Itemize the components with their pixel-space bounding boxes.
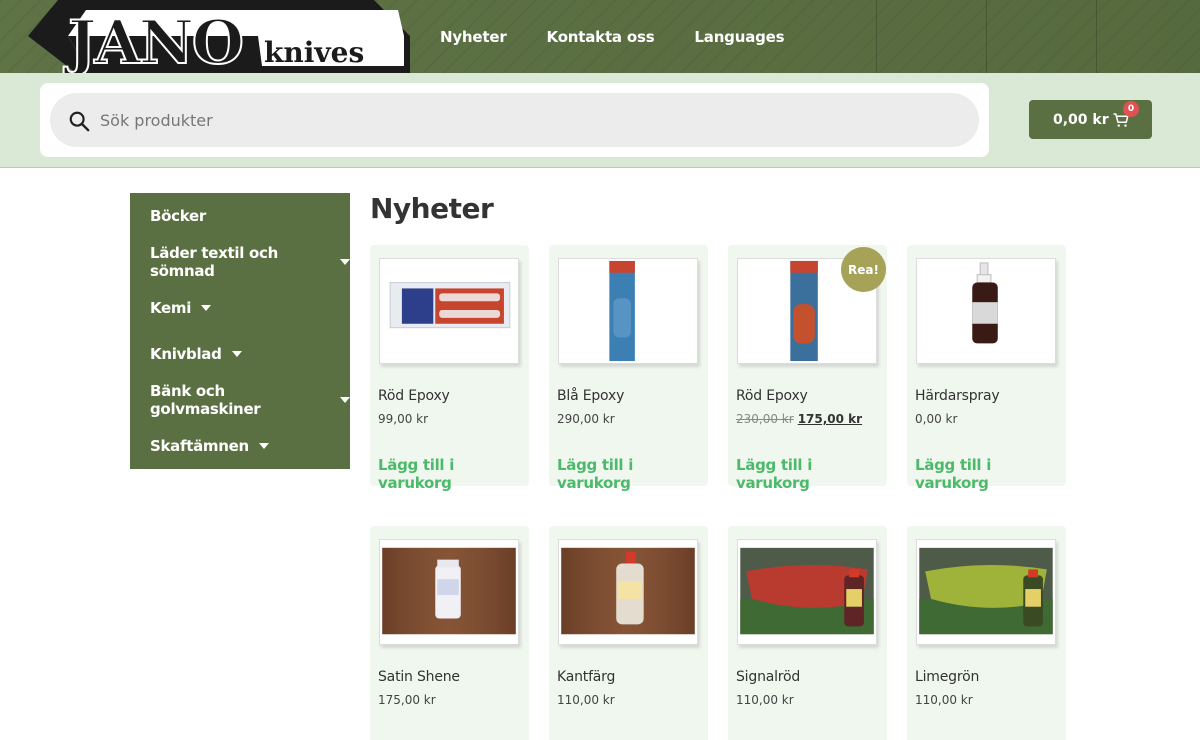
product-card[interactable]: Blå Epoxy 290,00 kr Lägg till i varukorg [549,245,708,492]
sidebar-item-bocker[interactable]: Böcker [130,193,350,239]
header-seam [986,0,987,73]
price-value: 110,00 kr [915,693,973,707]
product-photo [559,540,697,644]
add-to-cart-button[interactable]: Lägg till i varukorg [557,456,708,492]
add-to-cart-button[interactable]: Lägg till i varukorg [378,456,529,492]
add-to-cart-button[interactable]: Lägg till i varukorg [736,456,887,492]
chevron-down-icon[interactable] [340,397,350,403]
search-band: 0,00 kr 0 [0,73,1200,168]
product-card[interactable]: Rea! Röd Epoxy 230,00 kr 175,00 kr Lägg t… [728,245,887,492]
page-title: Nyheter [370,192,494,225]
product-photo [917,259,1055,363]
sale-badge: Rea! [841,247,886,292]
price-value: 175,00 kr [378,693,436,707]
nav-kontakta-oss[interactable]: Kontakta oss [547,28,655,46]
price-value: 110,00 kr [557,693,615,707]
product-card[interactable]: Satin Shene 175,00 kr [370,526,529,740]
product-image[interactable] [916,258,1056,364]
product-image[interactable] [558,258,698,364]
nav-languages[interactable]: Languages [694,28,784,46]
price-value: 110,00 kr [736,693,794,707]
product-name[interactable]: Härdarspray [915,388,1000,404]
sidebar-item-kemi[interactable]: Kemi [130,285,350,331]
product-photo [917,540,1055,644]
price-value: 290,00 kr [557,412,615,426]
cart-total: 0,00 kr [1053,111,1109,128]
product-price: 110,00 kr [736,693,794,707]
sidebar-item-label: Böcker [150,207,206,225]
product-card[interactable]: Röd Epoxy 99,00 kr Lägg till i varukorg [370,245,529,492]
product-name[interactable]: Satin Shene [378,669,460,685]
product-price: 175,00 kr [378,693,436,707]
product-name[interactable]: Limegrön [915,669,979,685]
product-price: 99,00 kr [378,412,428,426]
search-icon [69,111,90,132]
sale-price: 175,00 kr [797,412,863,426]
product-photo [380,259,518,363]
main-nav: Nyheter Kontakta oss Languages [440,0,824,73]
product-price: 0,00 kr [915,412,957,426]
product-photo [738,540,876,644]
price-value: 0,00 kr [915,412,958,426]
chevron-down-icon[interactable] [258,443,269,449]
sidebar-item-skaftamnen[interactable]: Skaftämnen [130,423,350,469]
product-name[interactable]: Röd Epoxy [378,388,450,404]
sidebar-item-label: Bänk och golvmaskiner [150,382,261,418]
cart-button[interactable]: 0,00 kr 0 [1029,100,1152,139]
product-photo [380,540,518,644]
logo-main-text: JANO [63,8,242,73]
product-name[interactable]: Röd Epoxy [736,388,808,404]
sidebar-item-label: Knivblad [150,345,222,363]
chevron-down-icon[interactable] [201,305,212,311]
category-sidebar: Böcker Läder textil och sömnad Kemi Kniv… [130,193,350,469]
product-image[interactable] [379,539,519,645]
product-price: 230,00 kr 175,00 kr [736,412,862,426]
old-price: 230,00 kr [736,412,794,426]
product-image[interactable] [916,539,1056,645]
sidebar-item-bank-golvmaskiner[interactable]: Bänk och golvmaskiner [130,377,350,423]
site-logo[interactable]: JANO knives [28,0,412,73]
sidebar-item-knivblad[interactable]: Knivblad [130,331,350,377]
sidebar-item-label: Skaftämnen [150,437,249,455]
product-card[interactable]: Härdarspray 0,00 kr Lägg till i varukorg [907,245,1066,492]
cart-count-badge: 0 [1123,101,1139,117]
product-photo [559,259,697,363]
product-image[interactable] [558,539,698,645]
logo-sub-text: knives [264,36,364,69]
product-price: 290,00 kr [557,412,615,426]
site-header: JANO knives Nyheter Kontakta oss Languag… [0,0,1200,73]
sidebar-item-label: Kemi [150,299,192,317]
product-name[interactable]: Signalröd [736,669,800,685]
product-card[interactable]: Signalröd 110,00 kr [728,526,887,740]
sidebar-item-lader-textil[interactable]: Läder textil och sömnad [130,239,350,285]
header-seam [876,0,877,73]
nav-nyheter[interactable]: Nyheter [440,28,507,46]
header-seam [1096,0,1097,73]
price-value: 99,00 kr [378,412,429,426]
product-price: 110,00 kr [557,693,615,707]
product-image[interactable] [379,258,519,364]
search-container [40,83,989,157]
sidebar-item-label: Läder textil och sömnad [150,244,278,280]
product-price: 110,00 kr [915,693,973,707]
product-name[interactable]: Blå Epoxy [557,388,624,404]
add-to-cart-button[interactable]: Lägg till i varukorg [915,456,1066,492]
chevron-down-icon[interactable] [340,259,350,265]
chevron-down-icon[interactable] [231,351,242,357]
search-input[interactable] [50,93,979,147]
product-card[interactable]: Limegrön 110,00 kr [907,526,1066,740]
product-card[interactable]: Kantfärg 110,00 kr [549,526,708,740]
product-image[interactable] [737,539,877,645]
product-name[interactable]: Kantfärg [557,669,615,685]
